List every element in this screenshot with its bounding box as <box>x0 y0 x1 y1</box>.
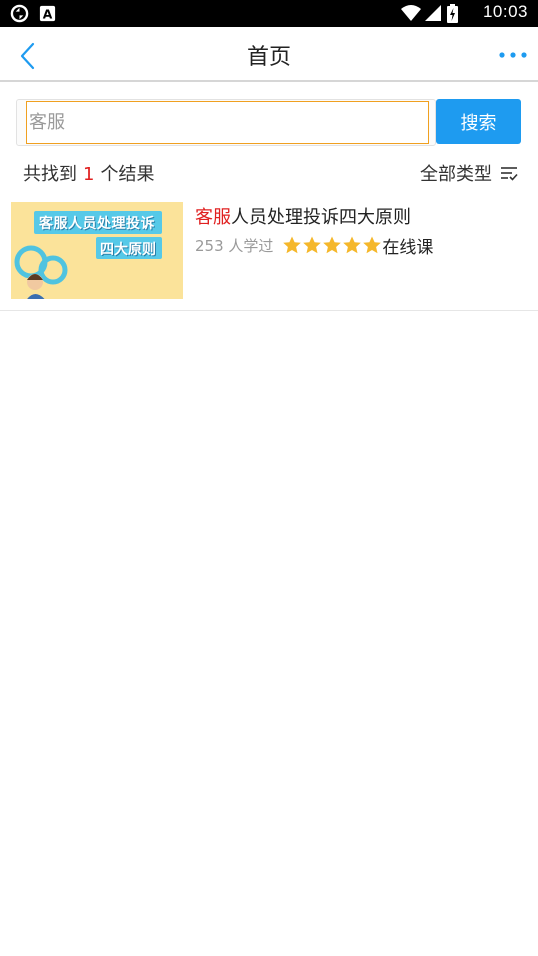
battery-icon <box>447 4 458 23</box>
search-box <box>16 99 436 146</box>
thumbnail-title-line2: 四大原则 <box>100 242 156 258</box>
nav-bar: 首页 <box>0 27 538 82</box>
results-summary: 共找到 1 个结果 全部类型 <box>23 160 518 186</box>
course-meta: 253 人学过 在线课 <box>195 233 434 258</box>
learner-count: 253 人学过 <box>195 236 274 255</box>
status-bar: A 10:03 <box>0 0 538 27</box>
thumbnail-title-line1: 客服人员处理投诉 <box>39 216 155 232</box>
type-filter-label: 全部类型 <box>420 164 492 185</box>
sync-icon <box>10 4 29 23</box>
course-title-highlight: 客服 <box>195 207 231 228</box>
star-icon <box>363 236 382 254</box>
svg-text:A: A <box>43 7 53 21</box>
course-type: 在线课 <box>382 237 434 258</box>
course-title: 客服人员处理投诉四大原则 <box>195 203 411 229</box>
wifi-icon <box>401 5 421 21</box>
customer-service-figure-icon <box>14 245 68 299</box>
filter-list-icon <box>501 167 518 181</box>
search-button[interactable]: 搜索 <box>436 99 521 144</box>
results-suffix: 个结果 <box>100 164 155 185</box>
more-dots-icon[interactable] <box>498 45 528 65</box>
notification-a-icon: A <box>39 5 56 21</box>
search-bar: 搜索 <box>16 99 521 146</box>
star-icon <box>323 236 342 254</box>
page-title: 首页 <box>246 45 291 70</box>
results-prefix: 共找到 <box>23 164 77 185</box>
search-input[interactable] <box>26 101 429 144</box>
star-icon <box>303 236 322 254</box>
star-icon <box>343 236 362 254</box>
star-icon <box>283 236 302 254</box>
course-title-rest: 人员处理投诉四大原则 <box>231 207 411 228</box>
type-filter[interactable]: 全部类型 <box>420 160 518 186</box>
signal-icon <box>425 5 441 21</box>
course-thumbnail: 客服人员处理投诉 四大原则 <box>11 202 183 299</box>
course-list-item[interactable]: 客服人员处理投诉 四大原则 客服人员处理投诉四大原则 253 人学过 在线课 <box>0 195 538 311</box>
results-count-text: 共找到 1 个结果 <box>23 160 154 186</box>
results-count: 1 <box>83 164 95 185</box>
status-time: 10:03 <box>482 2 528 21</box>
star-rating <box>282 235 382 255</box>
